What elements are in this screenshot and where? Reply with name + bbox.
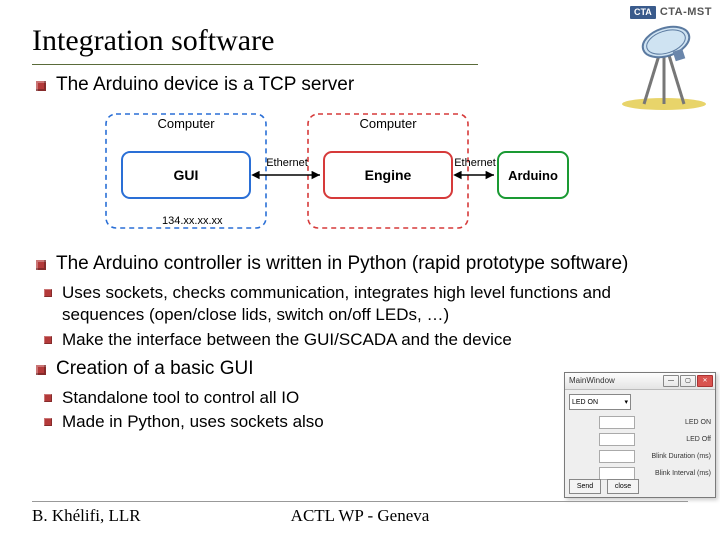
diagram-engine-label: Engine xyxy=(365,167,412,183)
gui-row-4: Blink Interval (ms) xyxy=(639,470,711,477)
diagram-gui-label: GUI xyxy=(174,167,199,183)
diagram-arduino-label: Arduino xyxy=(508,168,558,183)
gui-send-button: Send xyxy=(569,479,601,494)
minimize-icon: — xyxy=(663,375,679,387)
gui-field-2 xyxy=(599,433,635,446)
gui-field-3 xyxy=(599,450,635,463)
footer-right xyxy=(469,506,688,526)
gui-row-2: LED Off xyxy=(639,436,711,443)
bullet-2: The Arduino controller is written in Pyt… xyxy=(36,252,684,277)
footer-center: ACTL WP - Geneva xyxy=(251,506,470,526)
diagram-computer-left: Computer xyxy=(157,116,215,131)
gui-field-1 xyxy=(599,416,635,429)
gui-close-button: close xyxy=(607,479,639,494)
telescope-illustration xyxy=(614,24,714,112)
brand-logo: CTA CTA-MST xyxy=(630,6,712,19)
diagram-ethernet-2: Ethernet xyxy=(454,157,496,169)
chevron-down-icon: ▾ xyxy=(624,399,628,406)
diagram-ethernet-1: Ethernet xyxy=(266,157,308,169)
maximize-icon: ▢ xyxy=(680,375,696,387)
gui-combo-value: LED ON xyxy=(572,399,598,406)
gui-row-1: LED ON xyxy=(639,419,711,426)
bullet-2-sub-1: Uses sockets, checks communication, inte… xyxy=(44,282,684,326)
bullet-2-sub-2: Make the interface between the GUI/SCADA… xyxy=(44,329,684,351)
title-underline xyxy=(32,64,478,65)
brand-text: CTA-MST xyxy=(660,7,712,18)
gui-screenshot: MainWindow — ▢ ✕ LED ON ▾ LED ON LED Off… xyxy=(564,372,716,498)
footer-rule xyxy=(32,501,688,502)
footer-left: B. Khélifi, LLR xyxy=(32,506,251,526)
gui-combo: LED ON ▾ xyxy=(569,394,631,410)
diagram-computer-right: Computer xyxy=(359,116,417,131)
gui-row-3: Blink Duration (ms) xyxy=(639,453,711,460)
architecture-diagram: Computer Computer GUI Engine Arduino Eth… xyxy=(102,110,572,235)
footer: B. Khélifi, LLR ACTL WP - Geneva xyxy=(32,506,688,526)
close-icon: ✕ xyxy=(697,375,713,387)
gui-body: LED ON ▾ LED ON LED Off Blink Duration (… xyxy=(565,390,715,488)
gui-titlebar: MainWindow — ▢ ✕ xyxy=(565,373,715,390)
slide: CTA CTA-MST Integration software The Ard… xyxy=(0,0,720,540)
gui-window-title: MainWindow xyxy=(567,377,662,385)
slide-title: Integration software xyxy=(32,18,688,60)
diagram-ip: 134.xx.xx.xx xyxy=(162,215,223,227)
bullet-1: The Arduino device is a TCP server xyxy=(36,73,684,98)
brand-tag: CTA xyxy=(630,6,656,19)
